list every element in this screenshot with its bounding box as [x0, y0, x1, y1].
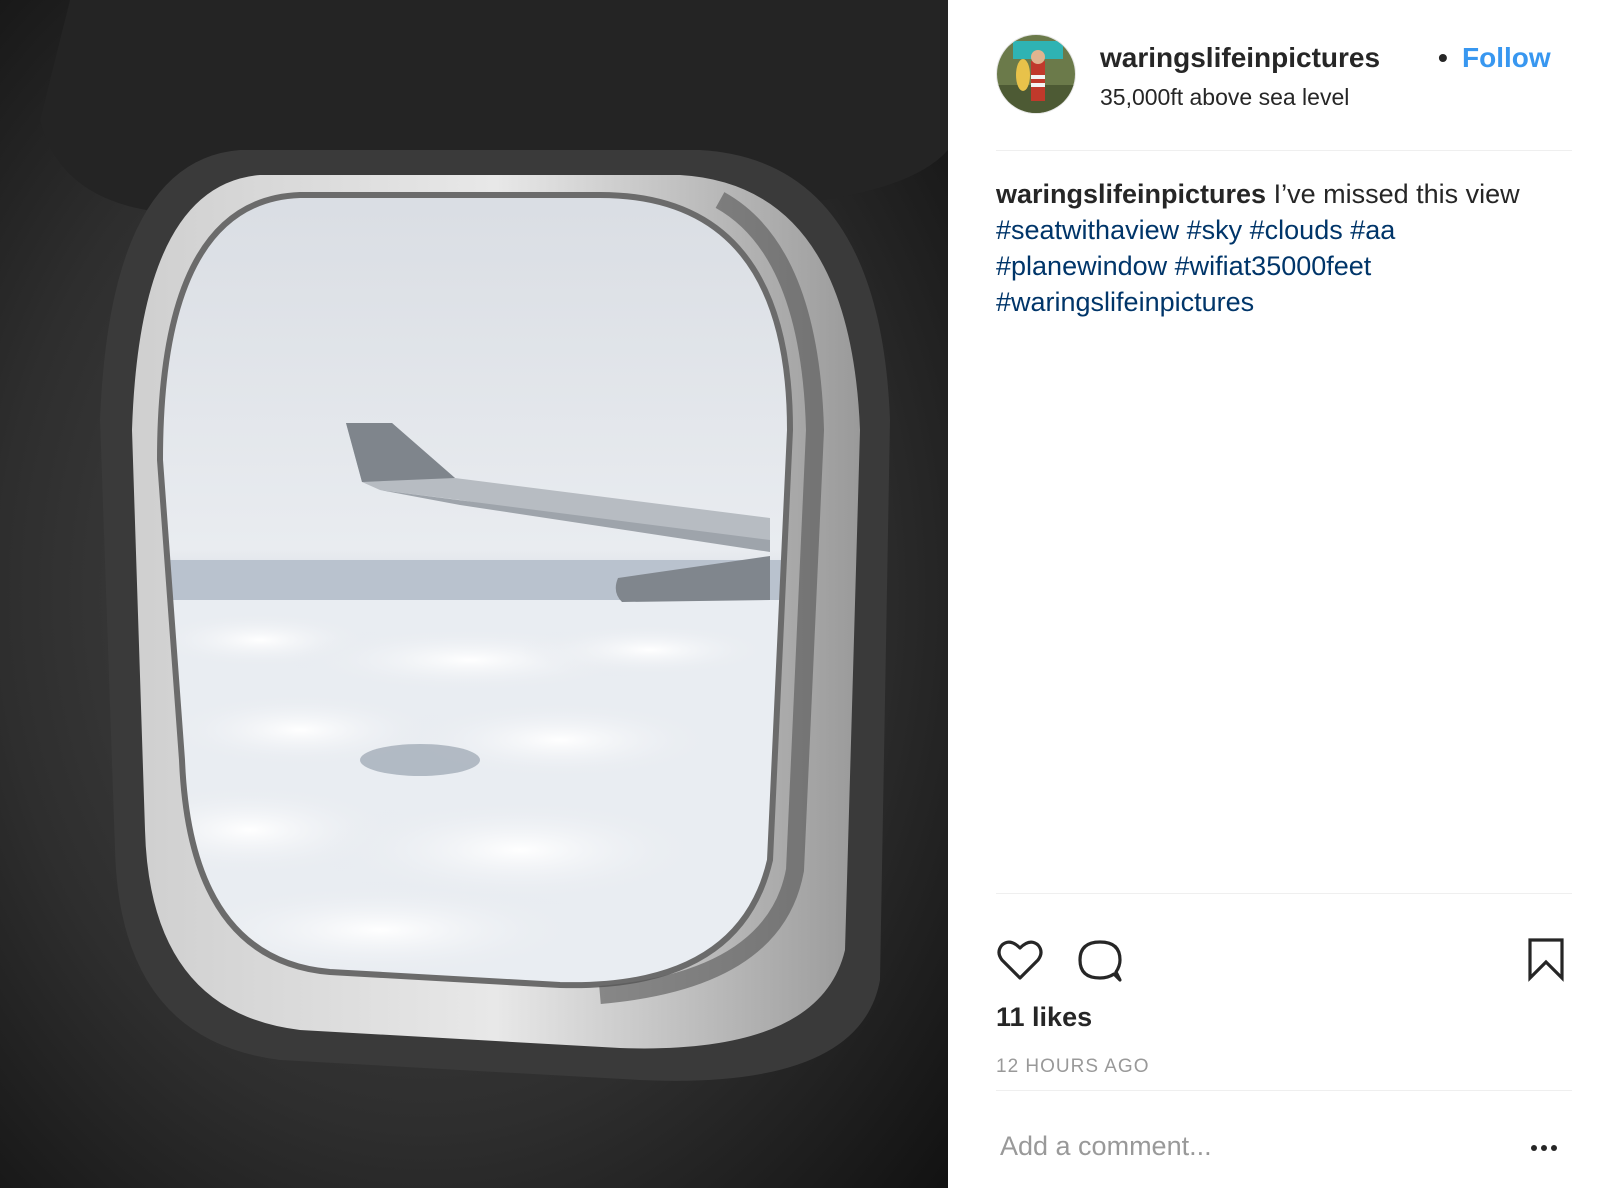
post-timestamp[interactable]: 12 HOURS AGO	[996, 1056, 1150, 1078]
hashtag[interactable]: #clouds	[1250, 215, 1343, 245]
hashtag[interactable]: #seatwithaview	[996, 215, 1179, 245]
hashtag[interactable]: #sky	[1187, 215, 1243, 245]
post-location[interactable]: 35,000ft above sea level	[1100, 84, 1349, 111]
airplane-window-photo	[0, 0, 948, 1188]
hashtag[interactable]: #wifiat35000feet	[1175, 251, 1372, 281]
post-header: waringslifeinpictures • Follow 35,000ft …	[996, 34, 1562, 114]
action-bar	[996, 936, 1572, 984]
hashtag[interactable]: #waringslifeinpictures	[996, 287, 1254, 317]
post-photo	[0, 0, 948, 1188]
bookmark-icon	[1528, 938, 1564, 982]
more-options-button[interactable]	[1524, 1136, 1568, 1160]
avatar[interactable]	[996, 34, 1076, 114]
comment-input[interactable]	[1000, 1126, 1500, 1166]
caption-text: I’ve missed this view	[1266, 179, 1520, 209]
header-divider	[996, 150, 1572, 151]
hashtag-line: #waringslifeinpictures	[996, 284, 1566, 320]
hashtag[interactable]: #planewindow	[996, 251, 1167, 281]
comment-divider	[996, 1090, 1572, 1091]
actions-divider	[996, 893, 1572, 894]
more-icon	[1531, 1145, 1557, 1151]
hashtag-line: #seatwithaview #sky #clouds #aa	[996, 212, 1566, 248]
post-author-username[interactable]: waringslifeinpictures	[1100, 42, 1380, 74]
like-button[interactable]	[996, 936, 1046, 984]
hashtag[interactable]: #aa	[1350, 215, 1395, 245]
save-button[interactable]	[1522, 936, 1572, 984]
comment-button[interactable]	[1076, 936, 1126, 984]
separator-dot: •	[1438, 42, 1448, 73]
like-count[interactable]: 11 likes	[996, 1002, 1092, 1033]
avatar-image	[997, 35, 1075, 113]
comment-icon	[1078, 940, 1122, 982]
heart-icon	[997, 940, 1043, 980]
follow-button[interactable]: Follow	[1462, 42, 1551, 74]
post-caption: waringslifeinpictures I’ve missed this v…	[996, 176, 1566, 320]
caption-username[interactable]: waringslifeinpictures	[996, 179, 1266, 209]
hashtag-line: #planewindow #wifiat35000feet	[996, 248, 1566, 284]
post-sidebar: waringslifeinpictures • Follow 35,000ft …	[948, 0, 1598, 1188]
